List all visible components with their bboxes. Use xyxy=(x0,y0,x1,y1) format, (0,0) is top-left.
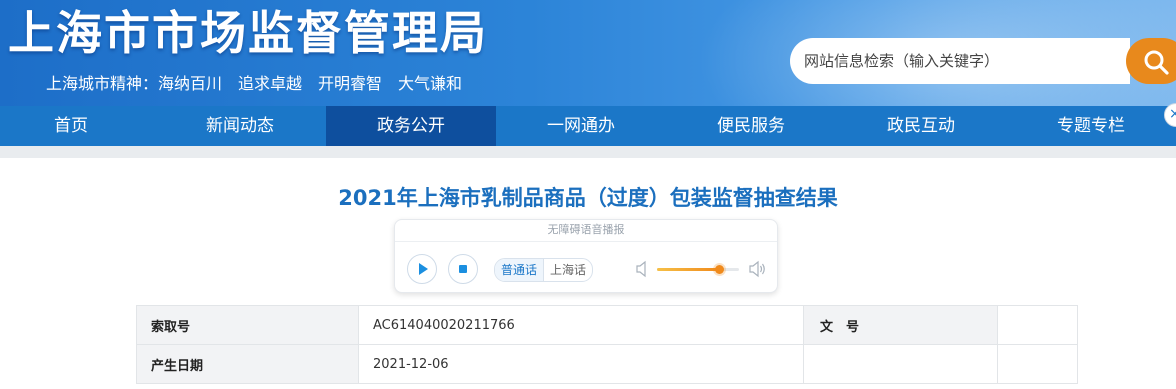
nav-interaction[interactable]: 政民互动 xyxy=(836,106,1006,146)
nav-shadow-strip xyxy=(0,146,1176,158)
player-divider xyxy=(395,241,777,242)
index-number-value: AC614040020211766 xyxy=(358,305,804,345)
nav-one-stop-service[interactable]: 一网通办 xyxy=(496,106,666,146)
city-motto: 上海城市精神：海纳百川 追求卓越 开明睿智 大气谦和 xyxy=(46,74,463,93)
date-value: 2021-12-06 xyxy=(358,344,804,384)
stop-icon xyxy=(459,265,467,273)
nav-topics[interactable]: 专题专栏 xyxy=(1006,106,1176,146)
document-number-label: 文 号 xyxy=(803,305,998,345)
index-number-label: 索取号 xyxy=(136,305,359,345)
nav-news[interactable]: 新闻动态 xyxy=(155,106,325,146)
nav-government-affairs[interactable]: 政务公开 xyxy=(326,106,496,146)
player-label: 无障碍语音播报 xyxy=(547,223,625,236)
nav-home[interactable]: 首页 xyxy=(0,106,142,146)
search-box xyxy=(790,38,1130,84)
empty-label-cell xyxy=(803,344,998,384)
stop-button[interactable] xyxy=(448,254,478,284)
date-label: 产生日期 xyxy=(136,344,359,384)
document-number-value xyxy=(997,305,1078,345)
play-icon xyxy=(419,263,428,275)
document-info-table: 索取号 AC614040020211766 文 号 产生日期 2021-12-0… xyxy=(136,305,1078,384)
empty-value-cell xyxy=(997,344,1078,384)
lang-option-shanghainese[interactable]: 上海话 xyxy=(544,259,592,281)
volume-high-icon[interactable] xyxy=(749,260,767,278)
volume-fill xyxy=(657,268,719,271)
close-icon: × xyxy=(1169,106,1176,122)
main-nav: 首页 新闻动态 政务公开 一网通办 便民服务 政民互动 专题专栏 xyxy=(0,106,1176,146)
nav-public-services[interactable]: 便民服务 xyxy=(666,106,836,146)
site-header: 上海市市场监督管理局 上海城市精神：海纳百川 追求卓越 开明睿智 大气谦和 xyxy=(0,0,1176,106)
table-row: 索取号 AC614040020211766 文 号 xyxy=(136,305,1078,345)
search-input[interactable] xyxy=(804,38,1124,84)
search-icon xyxy=(1144,50,1169,75)
search-button[interactable] xyxy=(1126,38,1176,84)
table-row: 产生日期 2021-12-06 xyxy=(136,344,1078,384)
volume-low-icon[interactable] xyxy=(636,260,650,278)
voice-broadcast-player: 无障碍语音播报 普通话 上海话 xyxy=(394,219,778,293)
volume-slider[interactable] xyxy=(657,265,739,274)
language-toggle: 普通话 上海话 xyxy=(494,258,594,282)
site-title[interactable]: 上海市市场监督管理局 xyxy=(8,2,488,64)
lang-option-mandarin[interactable]: 普通话 xyxy=(495,259,544,281)
article-title: 2021年上海市乳制品商品（过度）包装监督抽查结果 xyxy=(338,186,838,210)
play-button[interactable] xyxy=(407,254,437,284)
volume-knob[interactable] xyxy=(714,265,724,274)
